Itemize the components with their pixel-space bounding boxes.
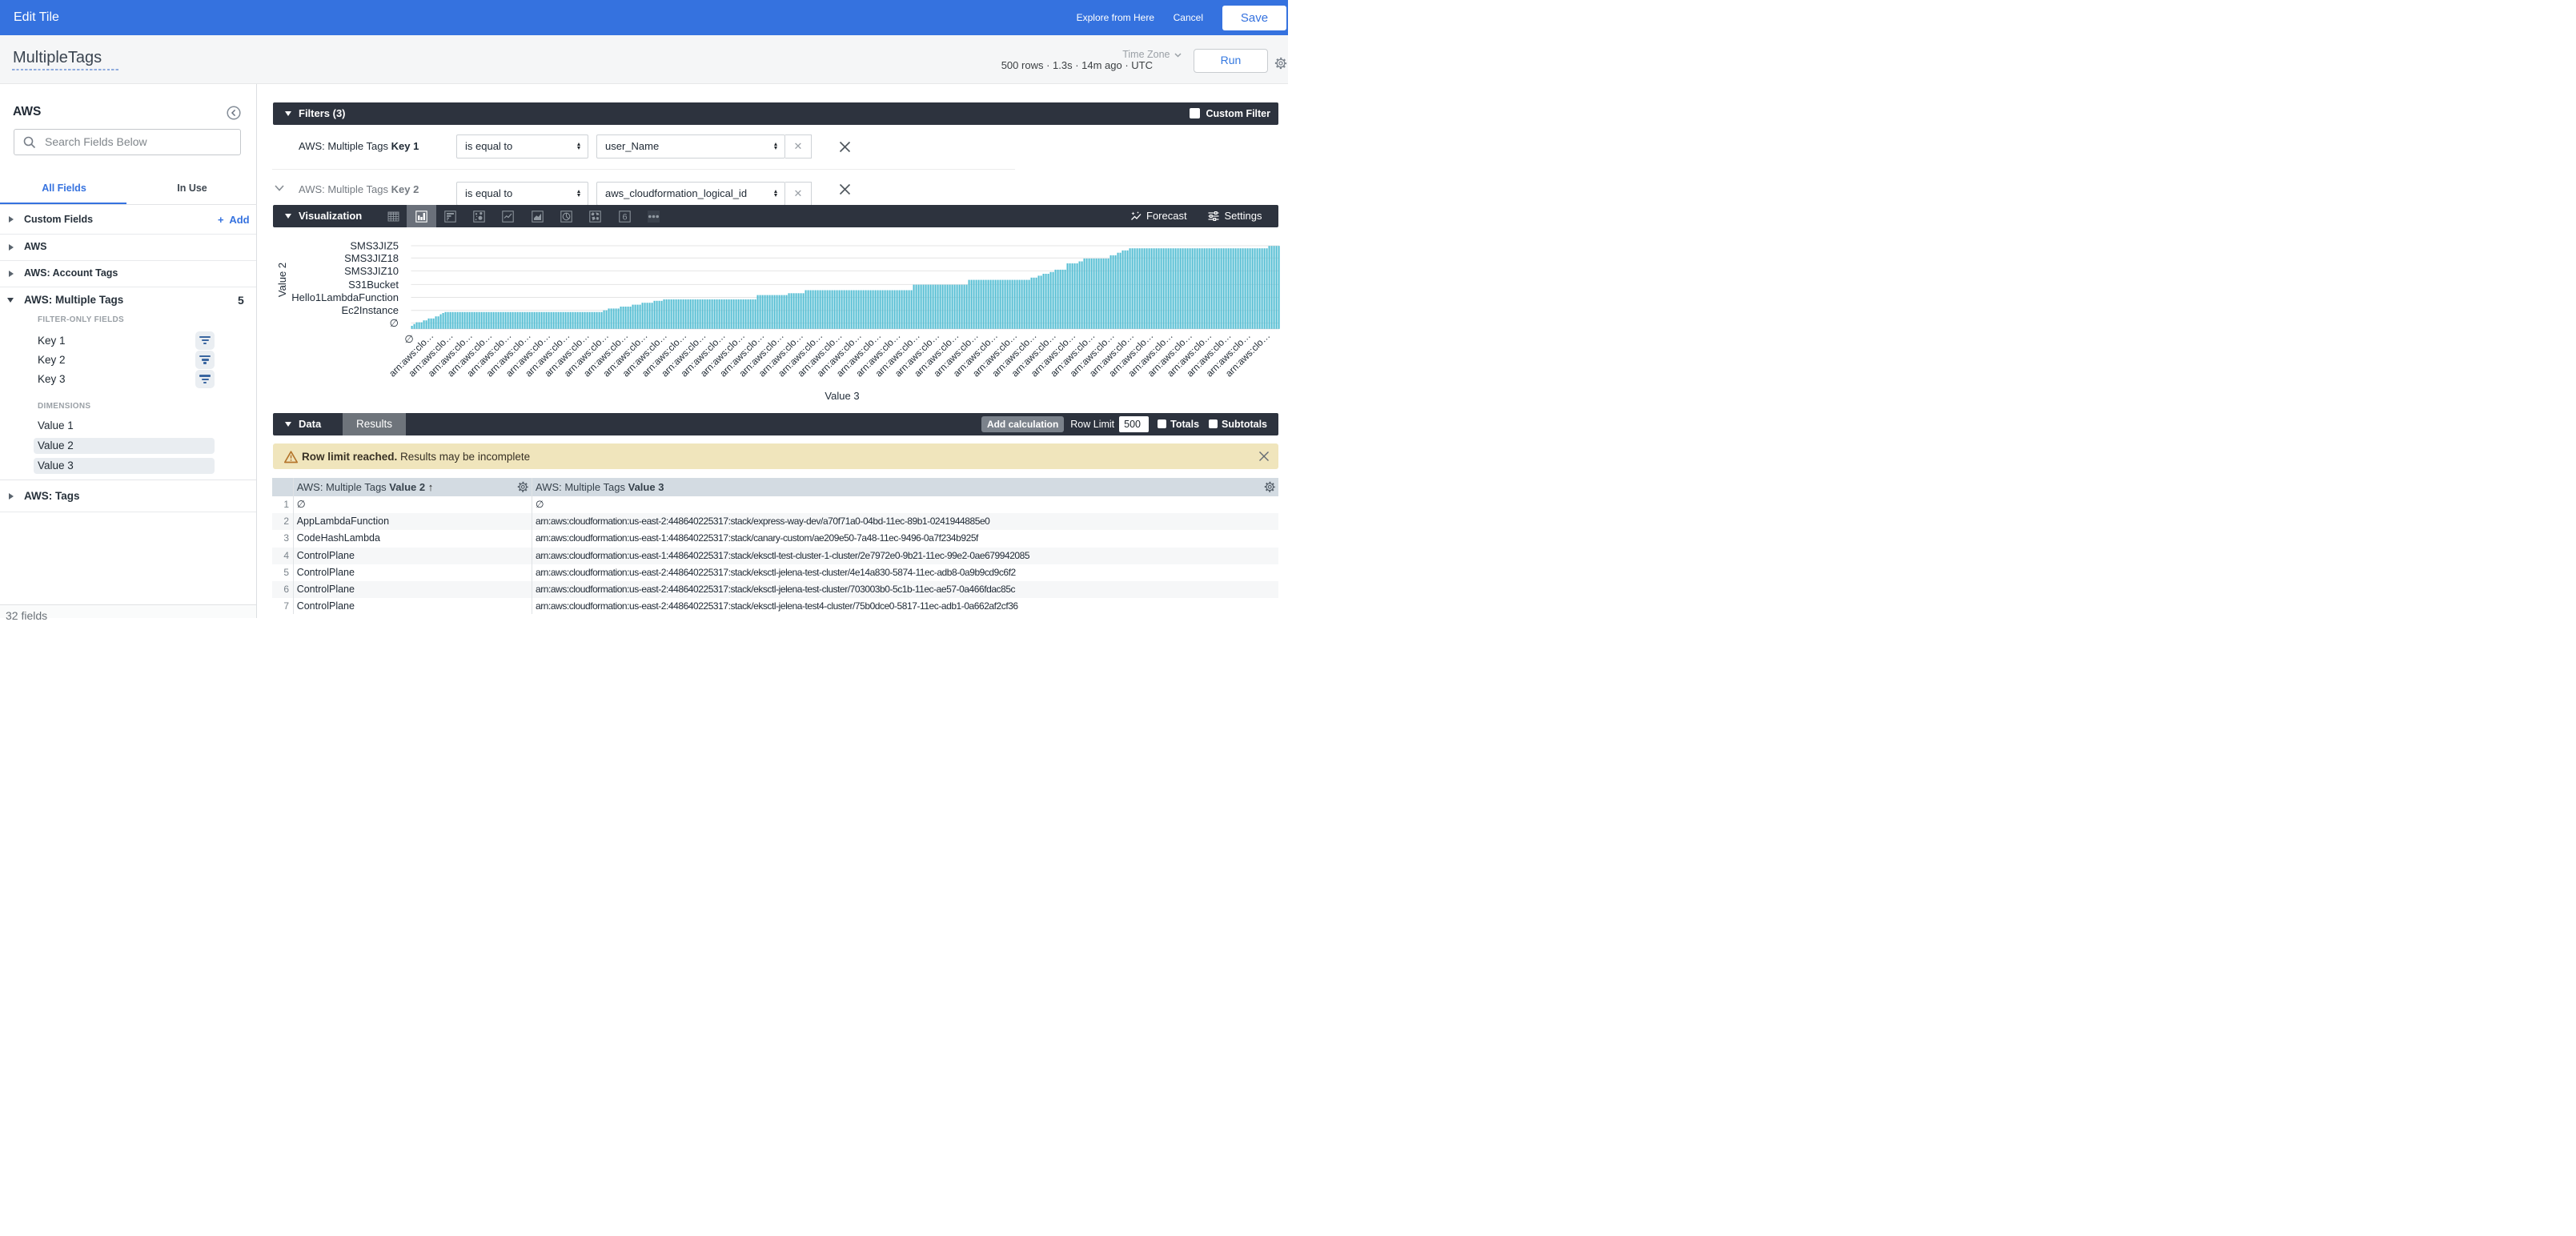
svg-text:∅: ∅ [404,333,413,345]
svg-text:6: 6 [622,212,627,222]
svg-text:Ec2Instance: Ec2Instance [341,304,399,316]
svg-text:S31Bucket: S31Bucket [348,279,399,291]
svg-text:SMS3JIZ18: SMS3JIZ18 [344,252,399,264]
svg-text:SMS3JIZ5: SMS3JIZ5 [350,240,399,252]
svg-text:Value 2: Value 2 [276,263,288,297]
svg-text:∅: ∅ [390,317,399,329]
svg-text:Value 3: Value 3 [825,390,859,402]
svg-text:SMS3JIZ10: SMS3JIZ10 [344,265,399,277]
svg-text:Hello1LambdaFunction: Hello1LambdaFunction [291,291,399,303]
